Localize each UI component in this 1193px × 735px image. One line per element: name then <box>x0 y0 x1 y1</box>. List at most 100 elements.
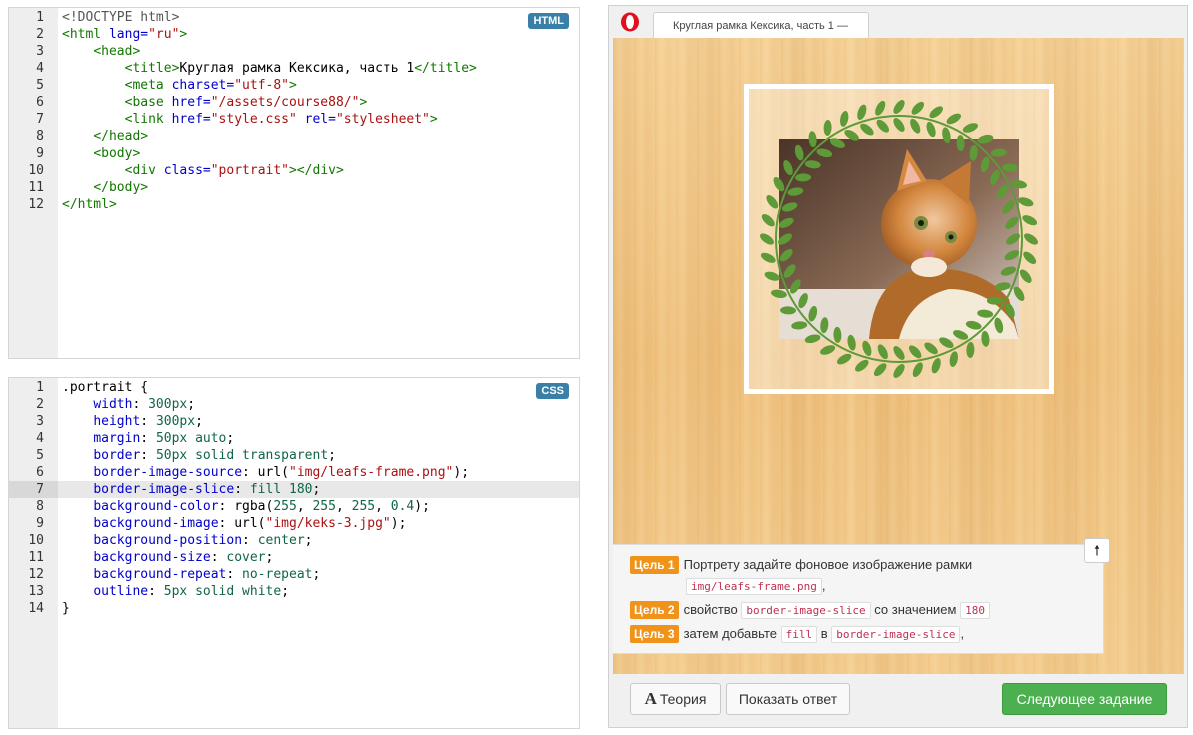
code-text[interactable]: </html> <box>62 196 117 213</box>
code-text[interactable]: width: 300px; <box>62 396 195 413</box>
code-text[interactable]: height: 300px; <box>62 413 203 430</box>
wreath-leaf <box>1000 266 1017 276</box>
code-text[interactable]: <head> <box>62 43 140 60</box>
html-code-lines[interactable]: 1 <!DOCTYPE html> 2 <html lang="ru"> 3 <head… <box>9 9 579 213</box>
code-line[interactable]: 8 </head> <box>9 128 579 145</box>
line-number: 10 <box>28 533 44 548</box>
code-line[interactable]: 1 .portrait { <box>9 379 579 396</box>
code-token: > <box>429 112 438 127</box>
code-text[interactable]: <body> <box>62 145 140 162</box>
code-line[interactable]: 8 background-color: rgba(255, 255, 255, … <box>9 498 579 515</box>
wreath-leaf <box>893 100 905 114</box>
code-line[interactable]: 5 border: 50px solid transparent; <box>9 447 579 464</box>
code-text[interactable]: <link href="style.css" rel="stylesheet"> <box>62 111 438 128</box>
code-token: center <box>257 533 305 548</box>
code-line[interactable]: 9 background-image: url("img/keks-3.jpg"… <box>9 515 579 532</box>
code-line[interactable]: 11 background-size: cover; <box>9 549 579 566</box>
code-token: : <box>242 533 258 548</box>
line-number: 7 <box>36 112 44 127</box>
code-line[interactable]: 4 <title>Круглая рамка Кексика, часть 1<… <box>9 60 579 77</box>
code-text[interactable]: .portrait { <box>62 379 148 396</box>
code-line[interactable]: 11 </body> <box>9 179 579 196</box>
code-line[interactable]: 13 outline: 5px solid white; <box>9 583 579 600</box>
code-text[interactable]: <base href="/assets/course88/"> <box>62 94 368 111</box>
code-token: <meta <box>124 78 172 93</box>
code-line[interactable]: 3 height: 300px; <box>9 413 579 430</box>
code-line[interactable]: 4 margin: 50px auto; <box>9 430 579 447</box>
show-answer-button[interactable]: Показать ответ <box>726 683 850 715</box>
collapse-tasks-button[interactable]: 🠕 <box>1084 538 1110 563</box>
html-code-editor[interactable]: 1 <!DOCTYPE html> 2 <html lang="ru"> 3 <head… <box>8 7 580 359</box>
code-text[interactable]: background-image: url("img/keks-3.jpg"); <box>62 515 406 532</box>
line-number: 3 <box>36 44 44 59</box>
wreath-leaf <box>789 279 801 294</box>
code-token: border-image-slice <box>93 482 235 497</box>
code-text[interactable]: background-size: cover; <box>62 549 273 566</box>
code-text[interactable]: border-image-slice: fill 180; <box>62 481 320 498</box>
code-text[interactable]: <title>Круглая рамка Кексика, часть 1</t… <box>62 60 477 77</box>
code-token: ); <box>390 516 407 531</box>
code-line[interactable]: 14} <box>9 600 579 617</box>
code-text[interactable]: <div class="portrait"></div> <box>62 162 344 179</box>
wreath-leaf <box>893 364 905 378</box>
code-line[interactable]: 2 <html lang="ru"> <box>9 26 579 43</box>
code-text[interactable]: outline: 5px solid white; <box>62 583 289 600</box>
code-line[interactable]: 2 width: 300px; <box>9 396 579 413</box>
wreath-leaf <box>780 306 796 315</box>
code-line[interactable]: 10 <div class="portrait"></div> <box>9 162 579 179</box>
code-line[interactable]: 10 background-position: center; <box>9 532 579 549</box>
code-line[interactable]: 12 </html> <box>9 196 579 213</box>
code-line[interactable]: 6 border-image-source: url("img/leafs-fr… <box>9 464 579 481</box>
code-line[interactable]: 1 <!DOCTYPE html> <box>9 9 579 26</box>
code-line[interactable]: 3 <head> <box>9 43 579 60</box>
code-line[interactable]: 12 background-repeat: no-repeat; <box>9 566 579 583</box>
wreath-leaf <box>966 342 975 358</box>
css-code-editor[interactable]: 1 .portrait {2 width: 300px; 3 height: 300… <box>8 377 580 729</box>
code-token: </html> <box>62 197 117 212</box>
code-text[interactable]: <!DOCTYPE html> <box>62 9 179 26</box>
code-text[interactable]: <meta charset="utf-8"> <box>62 77 297 94</box>
code-text[interactable]: } <box>62 600 70 617</box>
code-token: background-size <box>93 550 211 565</box>
code-text[interactable]: border: 50px solid transparent; <box>62 447 336 464</box>
code-text[interactable]: background-repeat: no-repeat; <box>62 566 320 583</box>
code-text[interactable]: margin: 50px auto; <box>62 430 234 447</box>
code-token: 300px <box>155 414 196 429</box>
code-text[interactable]: </body> <box>62 179 148 196</box>
css-code-lines[interactable]: 1 .portrait {2 width: 300px; 3 height: 300… <box>9 379 579 617</box>
wreath-leaf <box>873 363 887 377</box>
task-text: затем добавьте <box>683 626 777 641</box>
code-text[interactable]: </head> <box>62 128 148 145</box>
browser-tab[interactable]: Круглая рамка Кексика, часть 1 — <box>653 12 869 38</box>
code-text[interactable]: background-color: rgba(255, 255, 255, 0.… <box>62 498 430 515</box>
wreath-leaf <box>877 344 888 360</box>
theory-button[interactable]: A Теория <box>630 683 721 715</box>
code-line[interactable]: 9 <body> <box>9 145 579 162</box>
code-line[interactable]: 7 <link href="style.css" rel="stylesheet… <box>9 111 579 128</box>
code-token: <base <box>124 95 172 110</box>
wreath-leaf <box>840 111 849 127</box>
code-token: "/assets/course88/" <box>210 95 360 110</box>
code-token: 255 <box>273 499 297 514</box>
css-language-badge: CSS <box>536 383 569 399</box>
code-text[interactable]: background-position: center; <box>62 532 312 549</box>
code-line[interactable]: 6 <base href="/assets/course88/"> <box>9 94 579 111</box>
line-number: 1 <box>36 380 44 395</box>
code-text[interactable]: <html lang="ru"> <box>62 26 187 43</box>
code-text[interactable]: border-image-source: url("img/leafs-fram… <box>62 464 469 481</box>
line-number: 8 <box>36 129 44 144</box>
code-token: : rgba( <box>218 499 274 514</box>
code-line[interactable]: 5 <meta charset="utf-8"> <box>9 77 579 94</box>
code-line[interactable]: 7 border-image-slice: fill 180; <box>9 481 579 498</box>
wreath-leaf <box>908 345 922 359</box>
code-token: 50px <box>155 448 188 463</box>
next-task-button[interactable]: Следующее задание <box>1002 683 1167 715</box>
code-token: outline <box>93 584 149 599</box>
